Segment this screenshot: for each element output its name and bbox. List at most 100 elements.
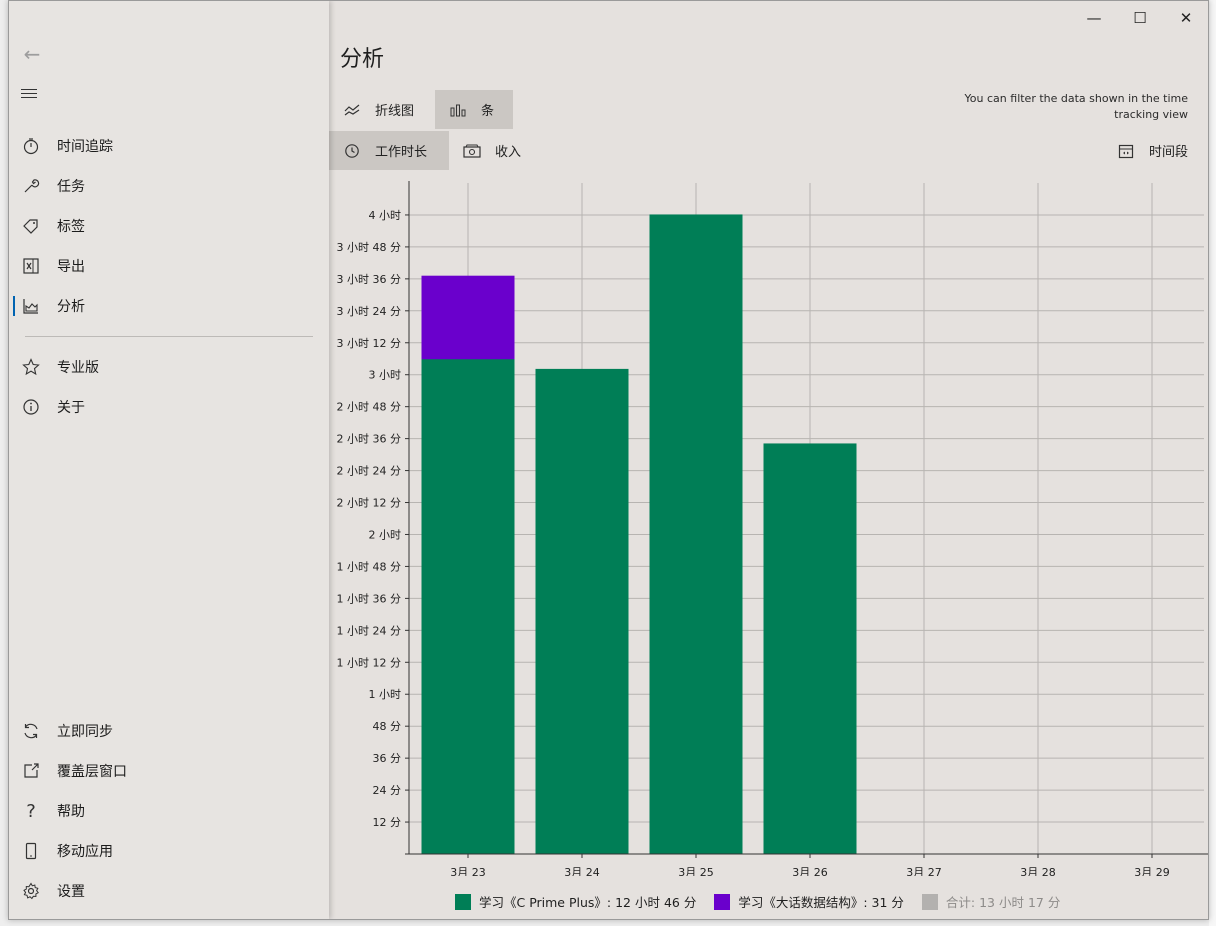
x-tick-label: 3月 25 xyxy=(678,866,714,876)
gear-icon xyxy=(21,881,41,901)
y-tick-label: 36 分 xyxy=(373,752,402,765)
y-tick-label: 4 小时 xyxy=(369,209,402,222)
bar-segment xyxy=(421,358,515,855)
bar-chart: 12 分 24 分 36 分 48 分 1 小时 1 小时 12 分 1 小时 24 分 1 … xyxy=(337,181,1208,876)
bar-segment xyxy=(535,368,629,855)
y-tick-label: 1 小时 36 分 xyxy=(337,592,402,605)
clock-icon xyxy=(343,143,361,159)
tag-icon xyxy=(21,216,41,236)
y-tick-label: 1 小时 24 分 xyxy=(337,624,402,637)
nav-item-pro[interactable]: 专业版 xyxy=(9,349,329,385)
bar-segment xyxy=(421,275,515,360)
wrench-icon xyxy=(21,176,41,196)
nav-item-settings[interactable]: 设置 xyxy=(9,873,329,909)
tab-label: 工作时长 xyxy=(375,145,428,160)
mobile-icon xyxy=(21,841,41,861)
nav-divider xyxy=(25,336,313,337)
nav-item-help[interactable]: ? 帮助 xyxy=(9,793,329,829)
tab-label: 收入 xyxy=(495,145,522,160)
tab-income[interactable]: 收入 xyxy=(449,131,545,170)
nav-label: 专业版 xyxy=(57,360,99,376)
legend-label: 学习《C Prime Plus》: 12 小时 46 分 xyxy=(479,895,697,910)
chart-legend: 学习《C Prime Plus》: 12 小时 46 分 学习《大话数据结构》:… xyxy=(455,892,1078,911)
legend-swatch xyxy=(921,893,938,910)
help-icon: ? xyxy=(26,800,36,822)
y-tick-label: 3 小时 24 分 xyxy=(337,305,402,318)
bar-segment xyxy=(763,443,857,855)
calendar-icon xyxy=(1117,143,1135,159)
star-icon xyxy=(21,357,41,377)
nav-label: 任务 xyxy=(57,179,85,195)
nav-label: 帮助 xyxy=(57,804,85,820)
nav-item-analysis[interactable]: 分析 xyxy=(9,288,329,324)
nav-label: 分析 xyxy=(57,299,85,315)
tab-line-chart[interactable]: 折线图 xyxy=(329,90,435,129)
nav-item-export[interactable]: 导出 xyxy=(9,248,329,284)
navigation-pane: ← 时间追踪 任务 标签 导出 分析 专业版 关于 立即同步 覆盖层窗口 ? 帮… xyxy=(9,1,329,919)
y-tick-label: 24 分 xyxy=(373,784,402,797)
bar-chart-icon xyxy=(449,103,467,117)
time-period-button[interactable]: 时间段 xyxy=(1103,131,1203,170)
y-tick-label: 12 分 xyxy=(373,816,402,829)
nav-item-sync[interactable]: 立即同步 xyxy=(9,713,329,749)
y-tick-label: 2 小时 24 分 xyxy=(337,465,402,478)
x-tick-label: 3月 28 xyxy=(1020,866,1056,876)
hamburger-menu-icon[interactable] xyxy=(21,89,37,105)
app-window: — ☐ ✕ ← 时间追踪 任务 标签 导出 分析 专业版 关于 立即同步 覆盖层… xyxy=(8,0,1209,920)
legend-label: 合计: 13 小时 17 分 xyxy=(945,895,1061,910)
nav-label: 关于 xyxy=(57,400,85,416)
x-tick-label: 3月 26 xyxy=(792,866,828,876)
sync-icon xyxy=(21,721,41,741)
nav-item-about[interactable]: 关于 xyxy=(9,389,329,425)
chart-icon xyxy=(21,296,41,316)
y-tick-label: 3 小时 36 分 xyxy=(337,273,402,286)
overlay-window-icon xyxy=(21,761,41,781)
back-arrow-icon[interactable]: ← xyxy=(19,41,45,67)
y-tick-label: 3 小时 xyxy=(369,369,402,382)
line-chart-icon xyxy=(343,103,361,117)
y-tick-label: 1 小时 12 分 xyxy=(337,656,402,669)
y-tick-label: 3 小时 12 分 xyxy=(337,337,402,350)
page-title: 分析 xyxy=(340,47,385,72)
tab-bar-chart[interactable]: 条 xyxy=(435,90,513,129)
nav-item-mobile[interactable]: 移动应用 xyxy=(9,833,329,869)
nav-label: 导出 xyxy=(57,259,85,275)
close-button[interactable]: ✕ xyxy=(1163,5,1208,31)
nav-item-tasks[interactable]: 任务 xyxy=(9,168,329,204)
y-tick-label: 2 小时 48 分 xyxy=(337,401,402,414)
money-icon xyxy=(463,144,481,158)
y-tick-label: 1 小时 48 分 xyxy=(337,560,402,573)
nav-item-tags[interactable]: 标签 xyxy=(9,208,329,244)
nav-label: 立即同步 xyxy=(57,724,113,740)
x-tick-label: 3月 24 xyxy=(564,866,600,876)
y-tick-label: 3 小时 48 分 xyxy=(337,241,402,254)
nav-label: 设置 xyxy=(57,884,85,900)
nav-label: 标签 xyxy=(57,219,85,235)
nav-item-overlay[interactable]: 覆盖层窗口 xyxy=(9,753,329,789)
x-tick-label: 3月 29 xyxy=(1134,866,1170,876)
legend-item-total[interactable]: 合计: 13 小时 17 分 xyxy=(921,892,1061,911)
x-tick-label: 3月 27 xyxy=(906,866,942,876)
y-tick-label: 2 小时 xyxy=(369,528,402,541)
y-tick-label: 48 分 xyxy=(373,720,402,733)
minimize-button[interactable]: — xyxy=(1071,5,1117,31)
nav-label: 移动应用 xyxy=(57,844,113,860)
tab-work-hours[interactable]: 工作时长 xyxy=(329,131,449,170)
filter-hint-text: You can filter the data shown in the tim… xyxy=(964,92,1188,121)
y-tick-label: 1 小时 xyxy=(369,688,402,701)
legend-swatch xyxy=(714,893,731,910)
nav-item-time-tracking[interactable]: 时间追踪 xyxy=(9,128,329,164)
bar-segment xyxy=(649,214,743,855)
excel-export-icon xyxy=(21,256,41,276)
background-window-edge xyxy=(1209,0,1216,926)
info-icon xyxy=(21,397,41,417)
y-tick-label: 2 小时 36 分 xyxy=(337,433,402,446)
nav-label: 时间追踪 xyxy=(57,139,113,155)
x-tick-label: 3月 23 xyxy=(450,866,486,876)
maximize-button[interactable]: ☐ xyxy=(1117,5,1163,31)
legend-item-c-prime-plus[interactable]: 学习《C Prime Plus》: 12 小时 46 分 xyxy=(455,892,696,911)
tab-label: 条 xyxy=(481,104,495,119)
tab-label: 时间段 xyxy=(1149,145,1189,160)
legend-item-data-structures[interactable]: 学习《大话数据结构》: 31 分 xyxy=(714,892,904,911)
legend-label: 学习《大话数据结构》: 31 分 xyxy=(738,895,904,910)
